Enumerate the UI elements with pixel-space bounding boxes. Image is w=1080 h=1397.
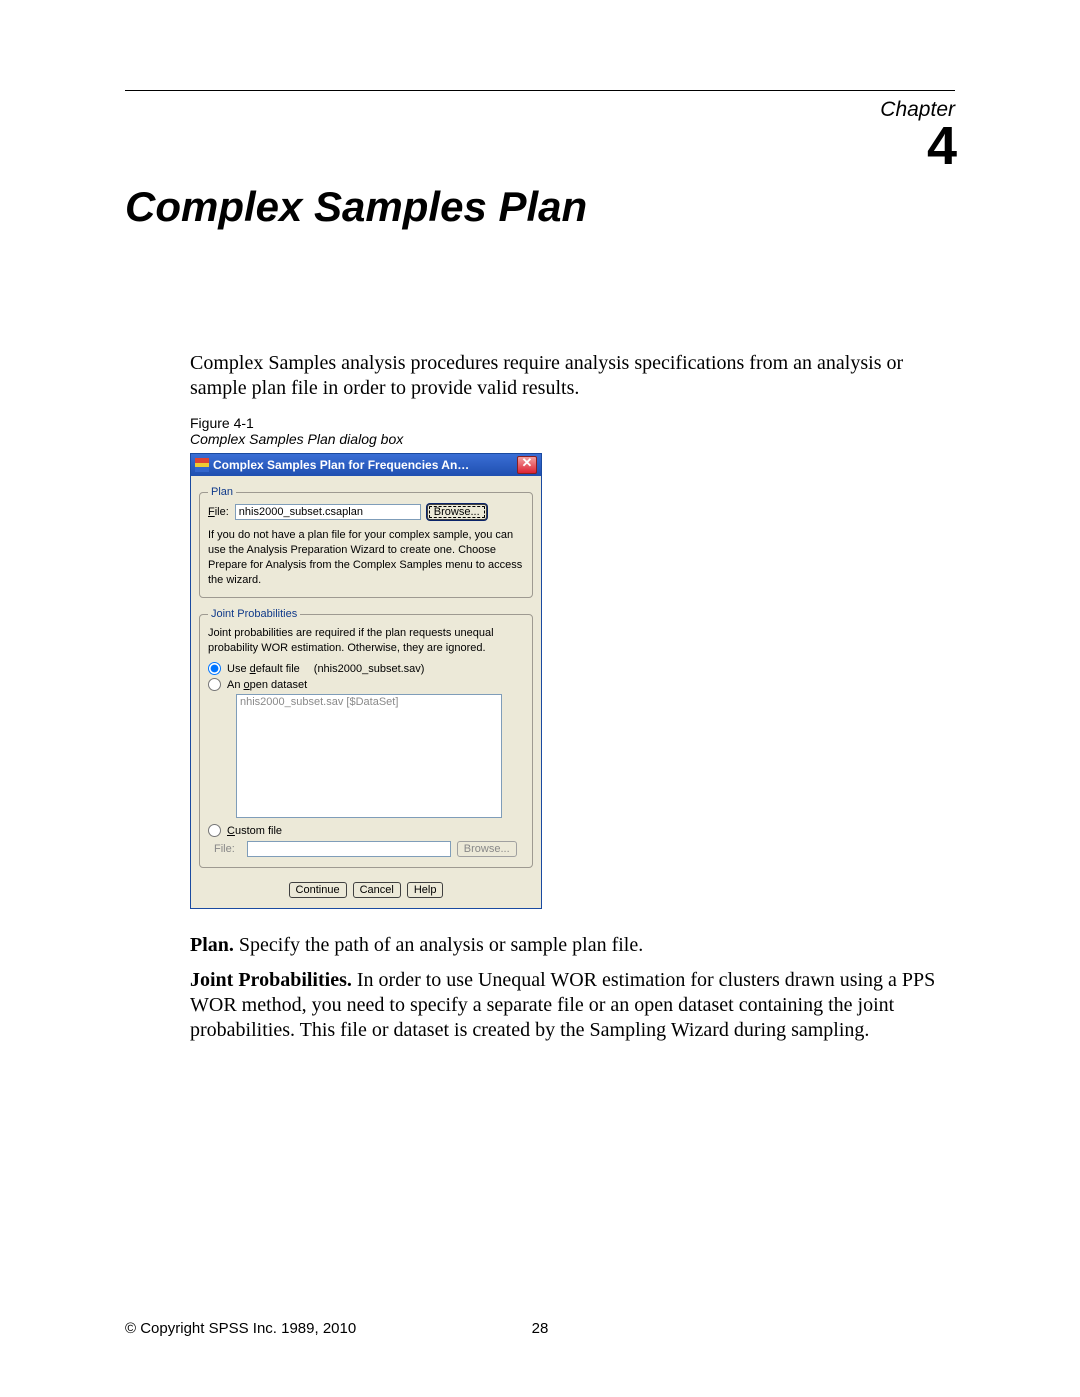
- jp-help-text: Joint probabilities are required if the …: [208, 626, 524, 656]
- chapter-block: Chapter 4: [880, 98, 955, 171]
- spss-icon: [195, 458, 209, 472]
- close-icon[interactable]: ✕: [517, 456, 537, 474]
- plan-file-label: File:: [208, 506, 229, 518]
- plan-para-label: Plan.: [190, 934, 234, 956]
- top-rule: [125, 90, 955, 91]
- radio-use-default-label: Use default file: [227, 663, 300, 675]
- cancel-button[interactable]: Cancel: [353, 882, 401, 898]
- jp-legend: Joint Probabilities: [208, 608, 300, 620]
- plan-group: Plan File: Browse... If you do not have …: [199, 486, 533, 598]
- dialog-titlebar[interactable]: Complex Samples Plan for Frequencies An……: [191, 454, 541, 476]
- chapter-number: 4: [880, 122, 955, 171]
- jp-para-label: Joint Probabilities.: [190, 969, 352, 991]
- list-item: nhis2000_subset.sav [$DataSet]: [240, 696, 498, 708]
- plan-legend: Plan: [208, 486, 236, 498]
- dialog-title: Complex Samples Plan for Frequencies An…: [213, 458, 517, 472]
- copyright: © Copyright SPSS Inc. 1989, 2010: [125, 1320, 356, 1337]
- figure-caption: Complex Samples Plan dialog box: [190, 431, 955, 447]
- dialog-box: Complex Samples Plan for Frequencies An……: [190, 453, 542, 909]
- radio-open-dataset-label: An open dataset: [227, 679, 307, 691]
- plan-browse-button[interactable]: Browse...: [427, 504, 487, 520]
- joint-probabilities-group: Joint Probabilities Joint probabilities …: [199, 608, 533, 868]
- default-filename: (nhis2000_subset.sav): [314, 663, 425, 675]
- radio-open-dataset[interactable]: [208, 678, 221, 691]
- radio-custom-file-label: Custom file: [227, 825, 282, 837]
- page-title: Complex Samples Plan: [125, 183, 955, 231]
- dataset-listbox[interactable]: nhis2000_subset.sav [$DataSet]: [236, 694, 502, 818]
- custom-file-label: File:: [214, 843, 235, 855]
- help-button[interactable]: Help: [407, 882, 444, 898]
- figure-label: Figure 4-1: [190, 415, 955, 431]
- jp-paragraph: Joint Probabilities. In order to use Une…: [190, 968, 955, 1043]
- plan-paragraph: Plan. Specify the path of an analysis or…: [190, 933, 955, 958]
- intro-paragraph: Complex Samples analysis procedures requ…: [190, 351, 955, 401]
- plan-help-text: If you do not have a plan file for your …: [208, 528, 524, 587]
- continue-button[interactable]: Continue: [289, 882, 347, 898]
- radio-use-default[interactable]: [208, 662, 221, 675]
- radio-custom-file[interactable]: [208, 824, 221, 837]
- custom-browse-button: Browse...: [457, 841, 517, 857]
- custom-file-input: [247, 841, 451, 857]
- plan-file-input[interactable]: [235, 504, 421, 520]
- plan-para-text: Specify the path of an analysis or sampl…: [234, 934, 643, 956]
- page-number: 28: [532, 1320, 549, 1337]
